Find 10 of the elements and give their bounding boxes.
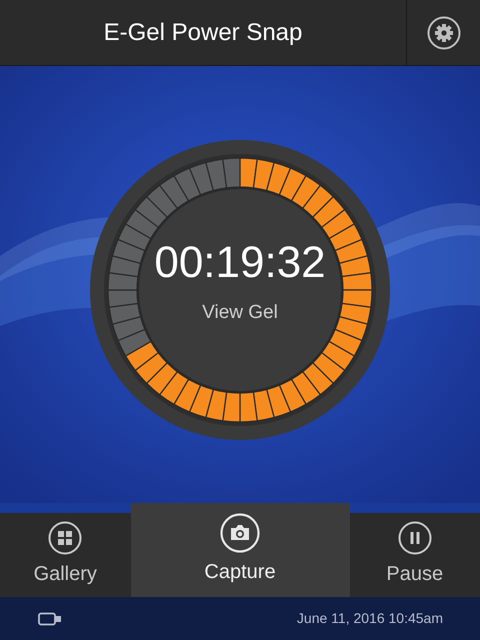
pause-icon	[398, 521, 432, 555]
camera-icon	[220, 513, 260, 553]
timer-readout: 00:19:32	[154, 241, 326, 286]
grid-icon	[48, 521, 82, 555]
usb-drive-icon	[38, 612, 62, 626]
tab[interactable]: Capture	[130, 503, 350, 597]
date-time: June 11, 2016 10:45am	[296, 609, 443, 628]
settings-icon	[426, 16, 460, 50]
app-title: E-Gel Power Snap	[104, 18, 302, 48]
view-gel-link[interactable]: View Gel	[202, 299, 278, 328]
